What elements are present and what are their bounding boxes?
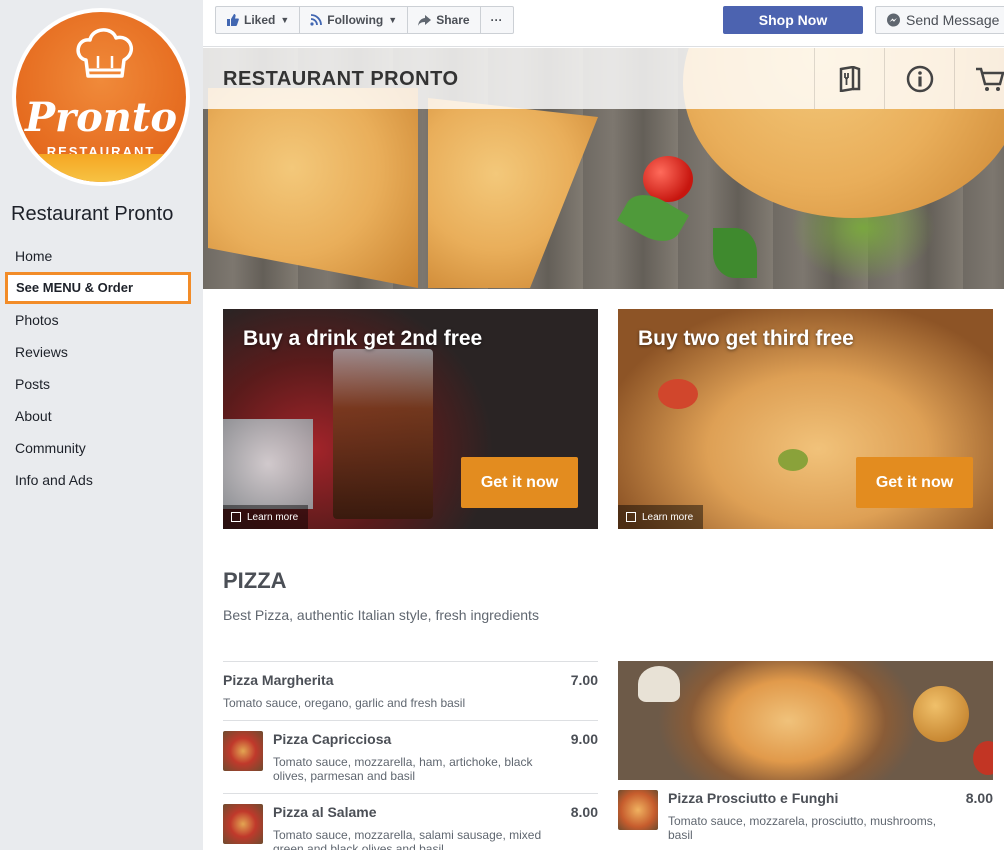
info-icon[interactable] [884, 48, 954, 109]
menu-item-description: Tomato sauce, mozzarella, salami sausage… [273, 828, 542, 850]
cover-photo[interactable]: RESTAURANT PRONTO [203, 48, 1004, 289]
onion-image [913, 686, 969, 742]
cover-title-bar: RESTAURANT PRONTO [203, 48, 1004, 109]
left-sidebar: Pronto RESTAURANT Restaurant Pronto Home… [0, 0, 203, 850]
cola-glass-image [333, 349, 433, 519]
menu-item-thumbnail [618, 790, 658, 830]
rss-icon [310, 14, 323, 26]
menu-item-thumbnail [223, 731, 263, 771]
sidebar-item-photos[interactable]: Photos [5, 304, 191, 336]
sidebar-item-community[interactable]: Community [5, 432, 191, 464]
menu-item-price: 7.00 [570, 672, 598, 688]
sidebar-item-about[interactable]: About [5, 400, 191, 432]
menu-item-body: Pizza Capricciosa Tomato sauce, mozzarel… [223, 731, 598, 783]
menu-item-body: Pizza Margherita Tomato sauce, oregano, … [223, 672, 598, 710]
more-dots-icon: ··· [490, 13, 503, 27]
cover-title: RESTAURANT PRONTO [223, 68, 459, 90]
menu-item-thumbnail [223, 804, 263, 844]
share-label: Share [436, 13, 470, 27]
messenger-icon [887, 13, 900, 26]
menu-item-name: Pizza Capricciosa [273, 731, 392, 747]
page-name[interactable]: Restaurant Pronto [11, 203, 173, 226]
menu-item-name: Pizza Margherita [223, 672, 334, 688]
chevron-down-icon: ▼ [388, 15, 398, 25]
promo-title: Buy two get third free [638, 327, 854, 350]
sidebar-nav: Home See MENU & Order Photos Reviews Pos… [5, 240, 191, 496]
restaurant-logo[interactable]: Pronto RESTAURANT [12, 8, 190, 186]
menu-item-name: Pizza Prosciutto e Funghi [668, 790, 839, 806]
cart-icon[interactable] [954, 48, 1004, 109]
expand-icon [231, 512, 241, 522]
liked-button[interactable]: Liked ▼ [216, 7, 301, 33]
learn-more-label: Learn more [642, 511, 694, 523]
featured-pizza-image[interactable] [618, 661, 993, 780]
menu-item-featured[interactable]: Pizza Prosciutto e Funghi Tomato sauce, … [618, 780, 993, 842]
get-it-now-button[interactable]: Get it now [461, 457, 578, 508]
liked-label: Liked [244, 13, 276, 27]
menu-item-description: Tomato sauce, mozzarella, ham, artichoke… [273, 755, 533, 783]
menu-item-description: Tomato sauce, mozzarela, prosciutto, mus… [668, 814, 937, 842]
menu-item-price: 9.00 [570, 731, 598, 747]
tomato-image [973, 741, 993, 775]
sidebar-item-posts[interactable]: Posts [5, 368, 191, 400]
more-options-button[interactable]: ··· [481, 7, 513, 33]
ice-cubes-image [223, 419, 313, 509]
following-button[interactable]: Following ▼ [300, 7, 409, 33]
basil-leaf-image [713, 228, 757, 278]
share-arrow-icon [418, 14, 432, 26]
tomato-image [658, 379, 698, 409]
section-description: Best Pizza, authentic Italian style, fre… [223, 607, 539, 623]
share-button[interactable]: Share [408, 7, 481, 33]
promo-card-pizza[interactable]: Buy two get third free Get it now Learn … [618, 309, 993, 529]
sidebar-item-home[interactable]: Home [5, 240, 191, 272]
sidebar-item-see-menu-order[interactable]: See MENU & Order [5, 272, 191, 304]
menu-item-description: Tomato sauce, oregano, garlic and fresh … [223, 696, 466, 710]
logo-script-text: Pronto [24, 94, 178, 141]
thumbs-up-icon [227, 14, 239, 26]
pizza-slice-image [428, 98, 598, 288]
sidebar-item-info-and-ads[interactable]: Info and Ads [5, 464, 191, 496]
learn-more-label: Learn more [247, 511, 299, 523]
menu-item-price: 8.00 [965, 790, 993, 806]
menu-list: Pizza Margherita Tomato sauce, oregano, … [223, 661, 598, 850]
learn-more-link[interactable]: Learn more [223, 505, 309, 529]
menu-item[interactable]: Pizza al Salame Tomato sauce, mozzarella… [223, 793, 598, 850]
menu-book-icon[interactable] [814, 48, 884, 109]
sidebar-item-reviews[interactable]: Reviews [5, 336, 191, 368]
get-it-now-button[interactable]: Get it now [856, 457, 973, 508]
logo-badge: Pronto RESTAURANT [16, 12, 186, 182]
chef-hat-icon [76, 28, 134, 78]
pizza-slice-image [208, 88, 418, 288]
olive-image [778, 449, 808, 471]
section-title: PIZZA [223, 568, 287, 593]
mushroom-image [638, 666, 680, 702]
learn-more-link[interactable]: Learn more [618, 505, 704, 529]
menu-item-body: Pizza Prosciutto e Funghi Tomato sauce, … [618, 790, 993, 842]
following-label: Following [327, 13, 384, 27]
menu-item[interactable]: Pizza Margherita Tomato sauce, oregano, … [223, 661, 598, 720]
promo-title: Buy a drink get 2nd free [243, 327, 483, 350]
menu-item-name: Pizza al Salame [273, 804, 377, 820]
expand-icon [626, 512, 636, 522]
send-message-label: Send Message [906, 12, 1000, 28]
logo-sunset-band [16, 154, 186, 182]
shop-now-button[interactable]: Shop Now [723, 6, 863, 34]
send-message-button[interactable]: Send Message [875, 6, 1004, 34]
chevron-down-icon: ▼ [280, 15, 290, 25]
menu-item-body: Pizza al Salame Tomato sauce, mozzarella… [223, 804, 598, 850]
menu-item[interactable]: Pizza Capricciosa Tomato sauce, mozzarel… [223, 720, 598, 793]
menu-item-price: 8.00 [570, 804, 598, 820]
page-actions-group: Liked ▼ Following ▼ Share ··· [215, 6, 514, 34]
page-action-bar: Liked ▼ Following ▼ Share ··· Shop Now S… [203, 0, 1004, 47]
promo-card-drink[interactable]: Buy a drink get 2nd free Get it now Lear… [223, 309, 598, 529]
